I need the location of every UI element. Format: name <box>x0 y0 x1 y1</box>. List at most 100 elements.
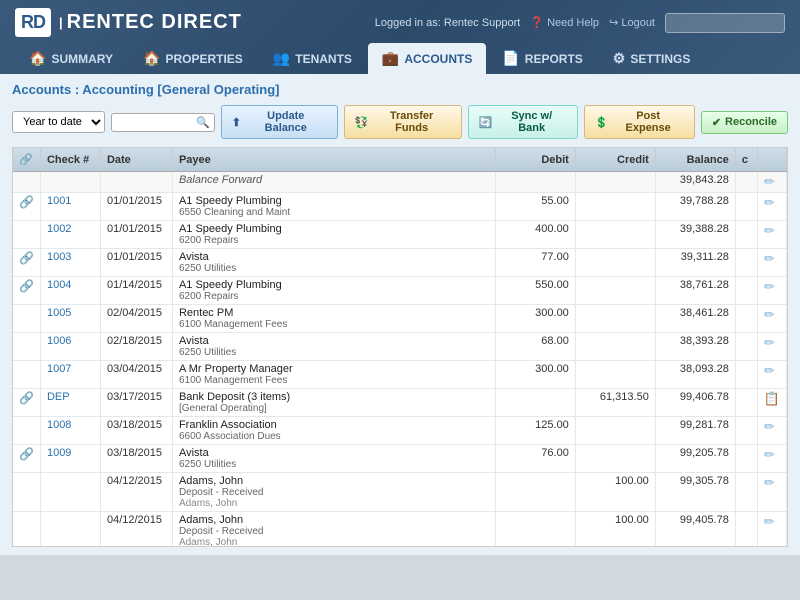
edit-cell[interactable]: ✏ <box>757 172 786 193</box>
post-expense-button[interactable]: 💲 Post Expense <box>584 105 695 139</box>
edit-icon[interactable]: ✏ <box>764 174 775 189</box>
table-search-button[interactable]: 🔍 <box>196 116 210 129</box>
copy-icon[interactable]: 📋 <box>764 391 780 406</box>
date-cell: 01/14/2015 <box>100 277 172 305</box>
check-number-link[interactable]: 1001 <box>47 195 71 207</box>
accounts-icon: 💼 <box>382 50 399 67</box>
global-search-input[interactable] <box>665 13 785 33</box>
check-cell[interactable]: 1003 <box>40 249 100 277</box>
attach-icon[interactable]: 🔗 <box>19 391 34 405</box>
nav-accounts[interactable]: 💼 ACCOUNTS <box>368 43 486 74</box>
check-cell[interactable]: 1009 <box>40 445 100 473</box>
table-row: 100703/04/2015A Mr Property Manager6100 … <box>13 361 787 389</box>
transfer-funds-button[interactable]: 💱 Transfer Funds <box>344 105 462 139</box>
logout-link[interactable]: ↪ Logout <box>609 16 655 29</box>
payee-name: Adams, John <box>179 475 489 487</box>
check-number-link[interactable]: 1005 <box>47 307 71 319</box>
logo-area: RD | RENTEC DIRECT <box>15 8 242 37</box>
nav-reports[interactable]: 📄 REPORTS <box>488 43 596 74</box>
check-cell[interactable]: 1008 <box>40 417 100 445</box>
date-cell: 03/17/2015 <box>100 389 172 417</box>
date-cell <box>100 172 172 193</box>
edit-icon[interactable]: ✏ <box>764 335 775 350</box>
table-row: 04/12/2015Adams, JohnDeposit - ReceivedA… <box>13 512 787 548</box>
check-number-link[interactable]: 1007 <box>47 363 71 375</box>
top-bar: RD | RENTEC DIRECT Logged in as: Rentec … <box>15 8 785 37</box>
check-cell[interactable]: 1006 <box>40 333 100 361</box>
edit-cell[interactable]: ✏ <box>757 333 786 361</box>
col-header-check: Check # <box>40 148 100 172</box>
table-header-row: 🔗 Check # Date Payee Debit Credit Balanc… <box>13 148 787 172</box>
edit-cell[interactable]: ✏ <box>757 221 786 249</box>
edit-icon[interactable]: ✏ <box>764 419 775 434</box>
sync-bank-button[interactable]: 🔄 Sync w/ Bank <box>468 105 578 139</box>
edit-cell[interactable]: ✏ <box>757 193 786 221</box>
check-cell[interactable]: 1002 <box>40 221 100 249</box>
check-number-link[interactable]: 1009 <box>47 447 71 459</box>
attach-header-icon: 🔗 <box>19 154 33 166</box>
edit-cell[interactable]: ✏ <box>757 277 786 305</box>
table-search-input[interactable] <box>116 116 196 128</box>
nav-summary[interactable]: 🏠 SUMMARY <box>15 43 127 74</box>
edit-cell[interactable]: ✏ <box>757 417 786 445</box>
edit-cell[interactable]: ✏ <box>757 445 786 473</box>
nav-tenants[interactable]: 👥 TENANTS <box>259 43 366 74</box>
table-body: Balance Forward39,843.28✏🔗100101/01/2015… <box>13 172 787 548</box>
edit-icon[interactable]: ✏ <box>764 251 775 266</box>
table-row: 🔗100301/01/2015Avista6250 Utilities77.00… <box>13 249 787 277</box>
edit-icon[interactable]: ✏ <box>764 223 775 238</box>
credit-cell: 61,313.50 <box>575 389 655 417</box>
check-cell[interactable]: DEP <box>40 389 100 417</box>
balance-cell: 38,393.28 <box>655 333 735 361</box>
check-number-link[interactable]: DEP <box>47 391 70 403</box>
edit-cell[interactable]: ✏ <box>757 305 786 333</box>
edit-cell[interactable]: ✏ <box>757 249 786 277</box>
check-cell[interactable]: 1007 <box>40 361 100 389</box>
check-number-link[interactable]: 1006 <box>47 335 71 347</box>
nav-settings[interactable]: ⚙ SETTINGS <box>599 43 705 74</box>
edit-icon[interactable]: ✏ <box>764 514 775 529</box>
attach-cell[interactable]: 🔗 <box>13 277 40 305</box>
edit-cell[interactable]: ✏ <box>757 512 786 548</box>
check-number-link[interactable]: 1003 <box>47 251 71 263</box>
edit-cell[interactable]: 📋 <box>757 389 786 417</box>
credit-cell <box>575 277 655 305</box>
attach-icon[interactable]: 🔗 <box>19 251 34 265</box>
table-row: 🔗DEP03/17/2015Bank Deposit (3 items)[Gen… <box>13 389 787 417</box>
update-balance-button[interactable]: ⬆ Update Balance <box>221 105 338 139</box>
credit-cell: 100.00 <box>575 473 655 512</box>
nav-properties[interactable]: 🏠 PROPERTIES <box>129 43 257 74</box>
attach-icon[interactable]: 🔗 <box>19 195 34 209</box>
edit-cell[interactable]: ✏ <box>757 473 786 512</box>
check-cell[interactable]: 1004 <box>40 277 100 305</box>
edit-icon[interactable]: ✏ <box>764 475 775 490</box>
cleared-cell <box>735 445 757 473</box>
edit-cell[interactable]: ✏ <box>757 361 786 389</box>
check-cell[interactable]: 1005 <box>40 305 100 333</box>
attach-icon[interactable]: 🔗 <box>19 279 34 293</box>
check-number-link[interactable]: 1004 <box>47 279 71 291</box>
edit-icon[interactable]: ✏ <box>764 363 775 378</box>
attach-cell[interactable]: 🔗 <box>13 193 40 221</box>
settings-icon: ⚙ <box>613 50 626 67</box>
need-help-link[interactable]: ❓ Need Help <box>530 16 599 29</box>
attach-cell[interactable]: 🔗 <box>13 445 40 473</box>
debit-cell: 55.00 <box>495 193 575 221</box>
edit-icon[interactable]: ✏ <box>764 307 775 322</box>
check-cell[interactable]: 1001 <box>40 193 100 221</box>
col-header-debit: Debit <box>495 148 575 172</box>
check-number-link[interactable]: 1008 <box>47 419 71 431</box>
check-number-link[interactable]: 1002 <box>47 223 71 235</box>
attach-cell[interactable]: 🔗 <box>13 389 40 417</box>
attach-cell[interactable]: 🔗 <box>13 249 40 277</box>
edit-icon[interactable]: ✏ <box>764 447 775 462</box>
attach-icon[interactable]: 🔗 <box>19 447 34 461</box>
edit-icon[interactable]: ✏ <box>764 279 775 294</box>
edit-icon[interactable]: ✏ <box>764 195 775 210</box>
logged-in-label: Logged in as: Rentec Support <box>375 17 521 29</box>
date-filter-select[interactable]: Year to date <box>12 111 105 133</box>
cleared-cell <box>735 305 757 333</box>
payee-category: 6250 Utilities <box>179 347 489 358</box>
reconcile-button[interactable]: ✔ Reconcile <box>701 111 788 134</box>
col-header-c: c <box>735 148 757 172</box>
